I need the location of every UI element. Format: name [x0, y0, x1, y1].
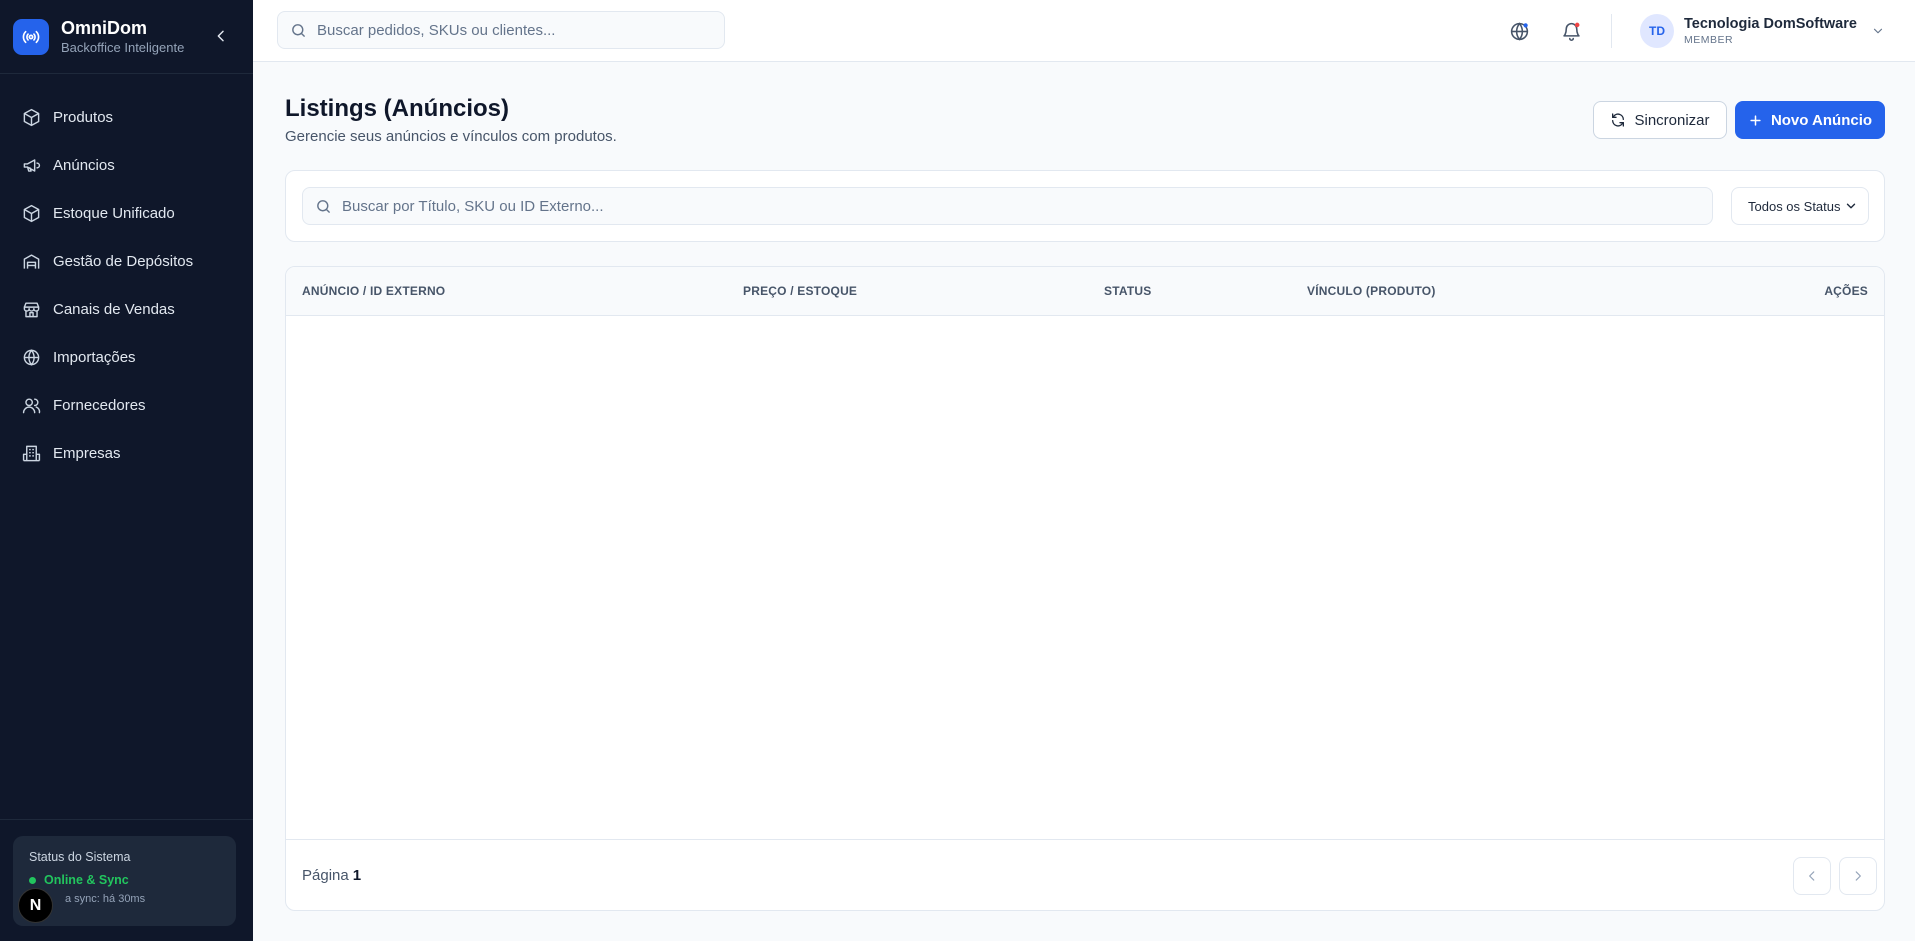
brand-subtitle: Backoffice Inteligente [61, 40, 185, 55]
status-filter-select[interactable]: Todos os Status [1731, 187, 1869, 225]
sidebar-footer: Status do Sistema Online & Sync a sync: … [0, 819, 253, 941]
global-search-input[interactable] [317, 21, 707, 39]
users-icon [21, 395, 41, 415]
sidebar-item-empresas[interactable]: Empresas [0, 429, 253, 477]
sidebar-item-label: Gestão de Depósitos [53, 252, 194, 270]
page-label: Página [302, 867, 349, 884]
status-dot-icon [29, 876, 36, 884]
status-state: Online & Sync [44, 873, 129, 887]
chevron-left-icon [217, 30, 224, 42]
refresh-icon [1612, 113, 1625, 127]
header-divider [1611, 14, 1612, 48]
chevron-down-icon [1846, 203, 1856, 209]
column-header-listing: ANÚNCIO / ID EXTERNO [302, 284, 446, 298]
chevron-down-icon [1873, 28, 1883, 34]
collapse-sidebar-button[interactable] [211, 26, 231, 46]
column-header-product-link: VÍNCULO (PRODUTO) [1307, 284, 1436, 298]
top-header: TD Tecnologia DomSoftware MEMBER [253, 0, 1915, 62]
chevron-right-icon [1855, 871, 1861, 881]
pagination-bar: Página 1 [286, 839, 1884, 910]
listing-search-input[interactable] [342, 197, 1692, 215]
sidebar: OmniDom Backoffice Inteligente Produtos … [0, 0, 253, 941]
sidebar-item-gestao-depositos[interactable]: Gestão de Depósitos [0, 237, 253, 285]
column-header-price-stock: PREÇO / ESTOQUE [743, 284, 858, 298]
sidebar-item-importacoes[interactable]: Importações [0, 333, 253, 381]
new-listing-button[interactable]: Novo Anúncio [1735, 101, 1885, 139]
sidebar-nav: Produtos Anúncios Estoque Unificado Gest… [0, 74, 253, 477]
avatar: TD [1640, 14, 1674, 48]
column-header-actions: AÇÕES [1824, 284, 1868, 298]
notifications-button[interactable] [1559, 19, 1583, 43]
sidebar-item-label: Estoque Unificado [53, 204, 175, 222]
sidebar-item-label: Produtos [53, 108, 114, 126]
search-icon [317, 199, 330, 213]
bell-icon [1562, 22, 1580, 41]
last-sync-text: a sync: há 30ms [65, 893, 146, 905]
sidebar-item-estoque-unificado[interactable]: Estoque Unificado [0, 189, 253, 237]
building-icon [21, 443, 41, 463]
user-name: Tecnologia DomSoftware [1684, 16, 1857, 32]
store-icon [21, 299, 41, 319]
brand-name: OmniDom [61, 18, 148, 38]
broadcast-icon [13, 18, 49, 55]
sync-button-label: Sincronizar [1634, 111, 1710, 129]
sidebar-item-label: Importações [53, 348, 136, 366]
listing-search[interactable] [302, 187, 1713, 225]
page-title: Listings (Anúncios) [285, 95, 509, 122]
sidebar-item-label: Empresas [53, 444, 121, 462]
globe-icon [21, 347, 41, 367]
plus-icon [1750, 114, 1761, 126]
status-filter-value: Todos os Status [1748, 198, 1841, 214]
page-number: 1 [352, 867, 362, 884]
brand: OmniDom Backoffice Inteligente [0, 0, 253, 74]
next-page-button[interactable] [1839, 857, 1877, 895]
dev-tools-badge[interactable]: N [18, 888, 53, 923]
status-title: Status do Sistema [29, 850, 131, 864]
page-indicator: Página 1 [302, 867, 361, 884]
page-subtitle: Gerencie seus anúncios e vínculos com pr… [285, 128, 617, 145]
prev-page-button[interactable] [1793, 857, 1831, 895]
warehouse-icon [21, 251, 41, 271]
user-role: MEMBER [1684, 34, 1734, 46]
globe-icon [1510, 21, 1528, 41]
sidebar-item-label: Canais de Vendas [53, 300, 175, 318]
language-button[interactable] [1507, 19, 1531, 43]
filter-bar: Todos os Status [285, 170, 1885, 242]
column-header-status: STATUS [1104, 284, 1152, 298]
table-header: ANÚNCIO / ID EXTERNO PREÇO / ESTOQUE STA… [286, 267, 1884, 316]
chevron-left-icon [1809, 871, 1815, 881]
search-icon [292, 23, 305, 37]
listings-table: ANÚNCIO / ID EXTERNO PREÇO / ESTOQUE STA… [285, 266, 1885, 911]
global-search[interactable] [277, 11, 725, 49]
box-icon [21, 107, 41, 127]
sidebar-item-fornecedores[interactable]: Fornecedores [0, 381, 253, 429]
sidebar-item-label: Anúncios [53, 156, 115, 174]
sidebar-item-produtos[interactable]: Produtos [0, 93, 253, 141]
sidebar-item-anuncios[interactable]: Anúncios [0, 141, 253, 189]
sidebar-item-label: Fornecedores [53, 396, 146, 414]
user-menu[interactable]: TD Tecnologia DomSoftware MEMBER [1640, 13, 1885, 49]
box-icon [21, 203, 41, 223]
new-listing-button-label: Novo Anúncio [1770, 111, 1873, 129]
sidebar-item-canais-vendas[interactable]: Canais de Vendas [0, 285, 253, 333]
sync-button[interactable]: Sincronizar [1593, 101, 1727, 139]
megaphone-icon [21, 155, 41, 175]
